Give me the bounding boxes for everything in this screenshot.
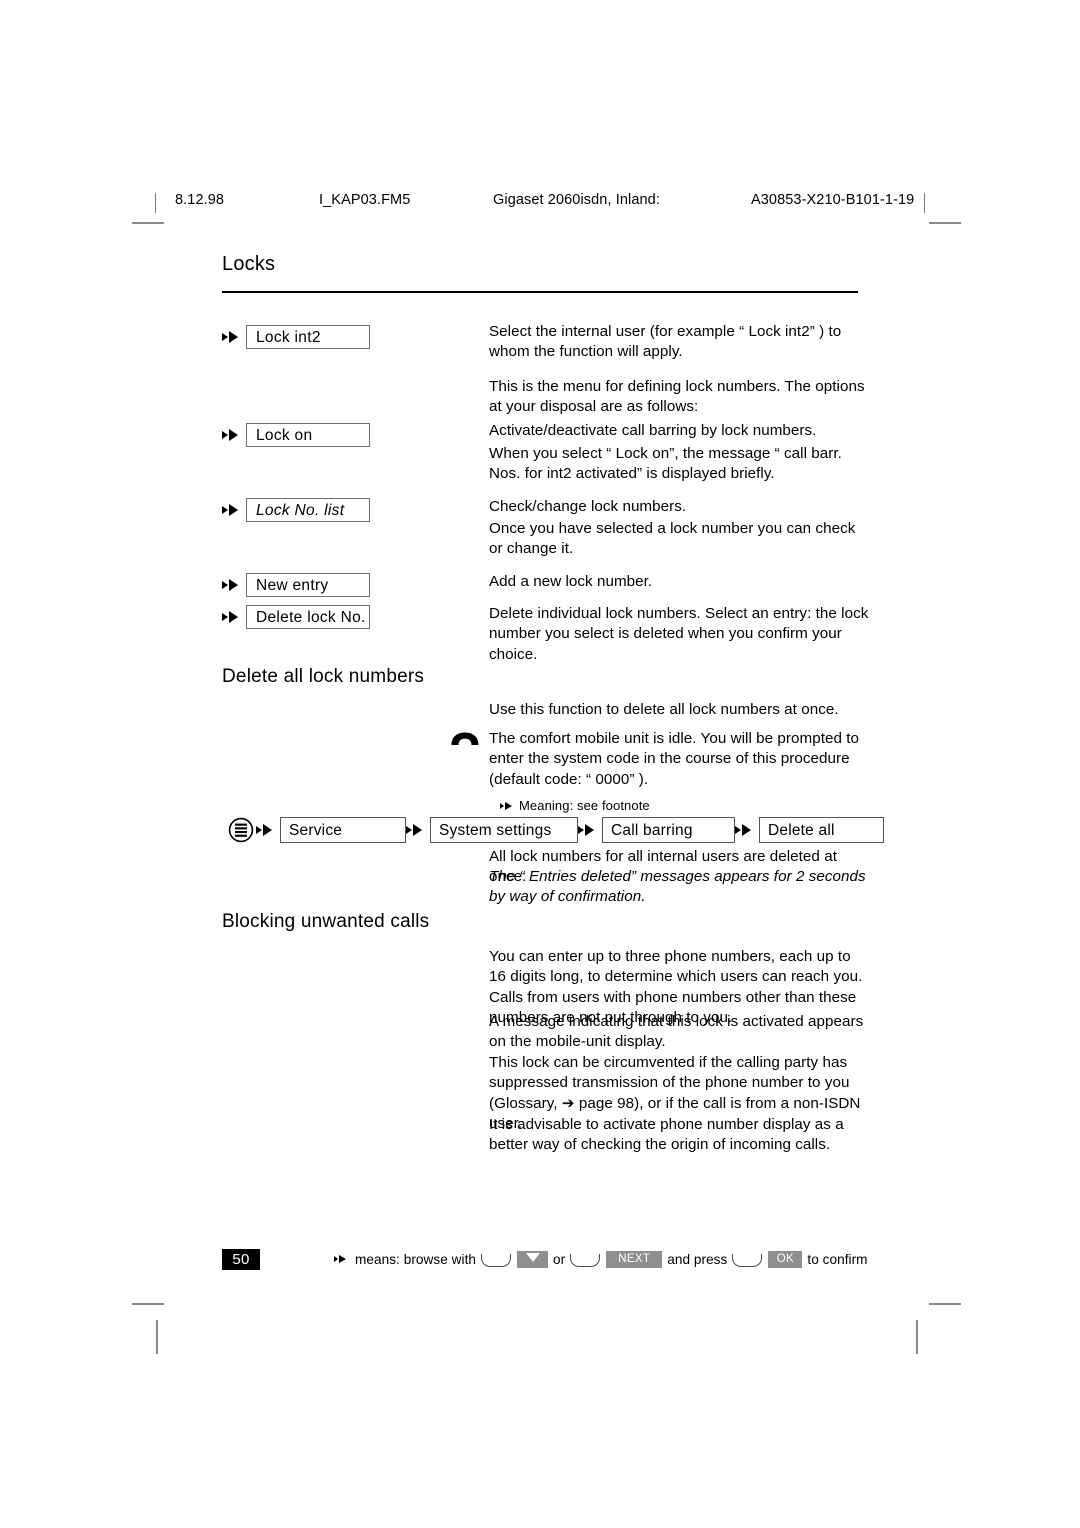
delete-all-intro: Use this function to delete all lock num…: [489, 701, 839, 718]
description-new-entry: Add a new lock number.: [489, 573, 653, 590]
menu-option-lock-int2[interactable]: Lock int2: [246, 325, 370, 349]
description-lock-on-1: Activate/deactivate call barring by lock…: [489, 422, 817, 439]
browse-arrow-icon: [222, 503, 242, 517]
menu-row-lock-no-list[interactable]: Lock No. list: [222, 498, 370, 522]
header-rule-right: [924, 193, 925, 213]
menu-option-lock-on[interactable]: Lock on: [246, 423, 370, 447]
browse-arrow-icon: [500, 800, 516, 812]
menu-row-delete-lock-no[interactable]: Delete lock No.: [222, 605, 370, 629]
softkey-hardware-key-icon[interactable]: [570, 1254, 601, 1267]
footnote-hint-label: Meaning: see footnote: [519, 798, 650, 813]
header-document-code: A30853-X210-B101-1-19: [751, 192, 915, 208]
description-delete-lock-no: Delete individual lock numbers. Select a…: [489, 605, 869, 663]
running-header: 8.12.98 I_KAP03.FM5 Gigaset 2060isdn, In…: [155, 192, 925, 216]
browse-arrow-icon: [222, 578, 242, 592]
browse-arrow-icon: [735, 823, 755, 837]
description-lock-no-list-2: Once you have selected a lock number you…: [489, 520, 856, 558]
scroll-down-key[interactable]: [517, 1250, 549, 1268]
description-lock-no-list-1: Check/change lock numbers.: [489, 498, 687, 515]
menu-path-step-system-settings[interactable]: System settings: [430, 817, 578, 843]
browse-arrow-icon: [256, 823, 276, 837]
browse-arrow-icon: [222, 330, 242, 344]
header-product: Gigaset 2060isdn, Inland:: [493, 192, 660, 208]
blocking-paragraph-2: A message indicating that this lock is a…: [489, 1013, 864, 1051]
menu-row-lock-int2[interactable]: Lock int2: [222, 325, 370, 349]
handset-idle-icon: [451, 732, 479, 745]
footnote-hint: Meaning: see footnote: [500, 798, 650, 813]
next-key[interactable]: NEXT: [606, 1250, 663, 1268]
page-number-badge: 50: [222, 1248, 260, 1270]
browse-arrow-icon: [222, 428, 242, 442]
menu-option-lock-no-list[interactable]: Lock No. list: [246, 498, 370, 522]
description-lock-on-2: When you select “ Lock on”, the message …: [489, 445, 842, 483]
crop-mark-bottom-right: [929, 1303, 961, 1305]
title-divider: [222, 291, 858, 293]
menu-option-delete-lock-no[interactable]: Delete lock No.: [246, 605, 370, 629]
footer-means-label: means: browse with: [355, 1251, 477, 1267]
footer-or-label: or: [553, 1251, 566, 1267]
softkey-hardware-key-icon[interactable]: [732, 1254, 763, 1267]
browse-arrow-icon: [578, 823, 598, 837]
crop-mark-bottom-left-v: [156, 1320, 158, 1354]
page-title: Locks: [222, 253, 276, 275]
crop-mark-bottom-left: [132, 1303, 164, 1305]
footer-to-confirm-label: to confirm: [807, 1251, 868, 1267]
menu-path-step-delete-all[interactable]: Delete all: [759, 817, 884, 843]
crop-mark-top-left: [132, 222, 164, 224]
description-lock-menu-intro: This is the menu for defining lock numbe…: [489, 378, 865, 416]
menu-path: Service System settings Call barring Del…: [228, 816, 884, 844]
menu-row-new-entry[interactable]: New entry: [222, 573, 370, 597]
softkey-hardware-key-icon[interactable]: [481, 1254, 512, 1267]
browse-arrow-icon: [334, 1253, 350, 1265]
menu-option-new-entry[interactable]: New entry: [246, 573, 370, 597]
ok-key[interactable]: OK: [768, 1250, 803, 1268]
page-footer: 50 means: browse with or NEXT and press …: [222, 1246, 870, 1272]
delete-all-confirmation: The “ Entries deleted” messages appears …: [489, 868, 866, 906]
document-page: 8.12.98 I_KAP03.FM5 Gigaset 2060isdn, In…: [0, 0, 1080, 1528]
menu-key-icon[interactable]: [228, 817, 254, 843]
footer-and-press-label: and press: [667, 1251, 728, 1267]
section-heading-blocking: Blocking unwanted calls: [222, 911, 430, 932]
header-date: 8.12.98: [175, 192, 225, 208]
section-heading-delete-all: Delete all lock numbers: [222, 666, 425, 687]
menu-path-step-service[interactable]: Service: [280, 817, 406, 843]
footer-legend: means: browse with or NEXT and press OK …: [334, 1250, 870, 1268]
crop-mark-top-right: [929, 222, 961, 224]
crop-mark-bottom-right-v: [916, 1320, 918, 1354]
browse-arrow-icon: [406, 823, 426, 837]
header-rule-left: [155, 193, 156, 213]
description-lock-int2: Select the internal user (for example “ …: [489, 323, 842, 361]
menu-row-lock-on[interactable]: Lock on: [222, 423, 370, 447]
browse-arrow-icon: [222, 610, 242, 624]
delete-all-idle-note: The comfort mobile unit is idle. You wil…: [489, 730, 860, 788]
blocking-paragraph-4: It is advisable to activate phone number…: [489, 1116, 844, 1154]
chevron-down-icon: [525, 1252, 540, 1262]
menu-path-step-call-barring[interactable]: Call barring: [602, 817, 735, 843]
header-filename: I_KAP03.FM5: [319, 192, 411, 208]
